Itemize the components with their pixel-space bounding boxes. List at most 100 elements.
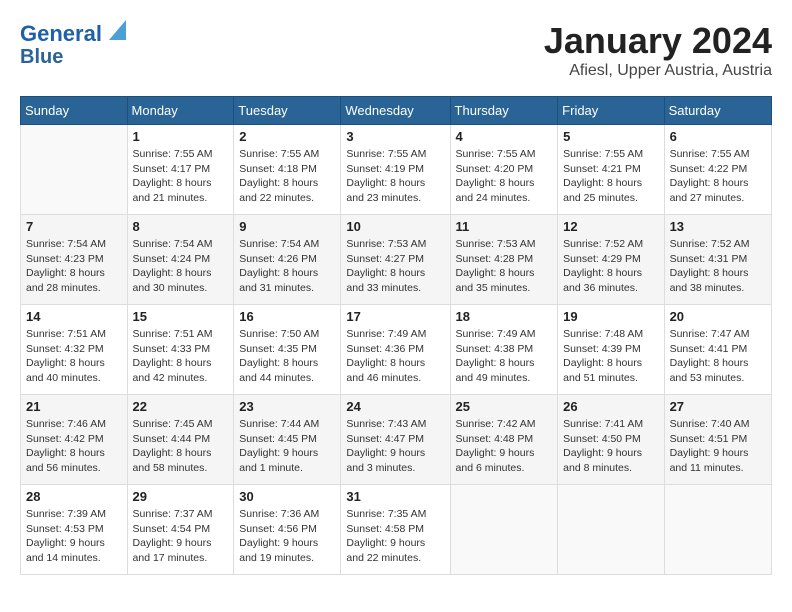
- day-number: 19: [563, 309, 658, 324]
- day-number: 28: [26, 489, 122, 504]
- day-info: Sunrise: 7:54 AMSunset: 4:23 PMDaylight:…: [26, 237, 122, 296]
- day-number: 4: [456, 129, 553, 144]
- day-number: 21: [26, 399, 122, 414]
- calendar-cell: 31Sunrise: 7:35 AMSunset: 4:58 PMDayligh…: [341, 485, 450, 575]
- calendar-cell: 30 Sunrise: 7:36 AMSunset: 4:56 PMDayligh…: [234, 485, 341, 575]
- calendar-week-row: 7 Sunrise: 7:54 AMSunset: 4:23 PMDaylight…: [21, 215, 772, 305]
- day-number: 24: [346, 399, 444, 414]
- day-info: Sunrise: 7:52 AMSunset: 4:31 PMDaylight:…: [670, 237, 766, 296]
- day-info: Sunrise: 7:53 AMSunset: 4:27 PMDaylight:…: [346, 237, 444, 296]
- day-info: Sunrise: 7:49 AMSunset: 4:38 PMDaylight:…: [456, 327, 553, 386]
- col-header-thursday: Thursday: [450, 97, 558, 125]
- calendar-cell: 4 Sunrise: 7:55 AMSunset: 4:20 PMDaylight…: [450, 125, 558, 215]
- day-info: Sunrise: 7:55 AMSunset: 4:18 PMDaylight:…: [239, 147, 335, 206]
- day-number: 5: [563, 129, 658, 144]
- day-info: Sunrise: 7:37 AMSunset: 4:54 PMDaylight:…: [133, 507, 229, 566]
- calendar-week-row: 14Sunrise: 7:51 AMSunset: 4:32 PMDayligh…: [21, 305, 772, 395]
- logo-icon: [104, 20, 126, 42]
- calendar-cell: 16 Sunrise: 7:50 AMSunset: 4:35 PMDayligh…: [234, 305, 341, 395]
- calendar-cell: 5Sunrise: 7:55 AMSunset: 4:21 PMDaylight…: [558, 125, 664, 215]
- day-number: 20: [670, 309, 766, 324]
- day-number: 13: [670, 219, 766, 234]
- calendar-cell: 11 Sunrise: 7:53 AMSunset: 4:28 PMDayligh…: [450, 215, 558, 305]
- calendar-cell: 26 Sunrise: 7:41 AMSunset: 4:50 PMDayligh…: [558, 395, 664, 485]
- calendar-cell: 14Sunrise: 7:51 AMSunset: 4:32 PMDayligh…: [21, 305, 128, 395]
- day-info: Sunrise: 7:43 AMSunset: 4:47 PMDaylight:…: [346, 417, 444, 476]
- day-info: Sunrise: 7:55 AMSunset: 4:20 PMDaylight:…: [456, 147, 553, 206]
- day-number: 29: [133, 489, 229, 504]
- day-number: 3: [346, 129, 444, 144]
- calendar-cell: [21, 125, 128, 215]
- logo-blue: Blue: [20, 47, 63, 67]
- col-header-wednesday: Wednesday: [341, 97, 450, 125]
- day-number: 22: [133, 399, 229, 414]
- day-info: Sunrise: 7:55 AMSunset: 4:22 PMDaylight:…: [670, 147, 766, 206]
- calendar-table: SundayMondayTuesdayWednesdayThursdayFrid…: [20, 96, 772, 575]
- day-info: Sunrise: 7:50 AMSunset: 4:35 PMDaylight:…: [239, 327, 335, 386]
- day-number: 12: [563, 219, 658, 234]
- calendar-cell: [558, 485, 664, 575]
- day-info: Sunrise: 7:53 AMSunset: 4:28 PMDaylight:…: [456, 237, 553, 296]
- day-info: Sunrise: 7:36 AMSunset: 4:56 PMDaylight:…: [239, 507, 335, 566]
- day-info: Sunrise: 7:47 AMSunset: 4:41 PMDaylight:…: [670, 327, 766, 386]
- location-title: Afiesl, Upper Austria, Austria: [544, 62, 772, 80]
- day-number: 11: [456, 219, 553, 234]
- calendar-cell: 2 Sunrise: 7:55 AMSunset: 4:18 PMDaylight…: [234, 125, 341, 215]
- day-number: 15: [133, 309, 229, 324]
- day-number: 2: [239, 129, 335, 144]
- page-header: General Blue January 2024 Afiesl, Upper …: [20, 20, 772, 80]
- calendar-cell: 3Sunrise: 7:55 AMSunset: 4:19 PMDaylight…: [341, 125, 450, 215]
- day-info: Sunrise: 7:52 AMSunset: 4:29 PMDaylight:…: [563, 237, 658, 296]
- calendar-cell: 22 Sunrise: 7:45 AMSunset: 4:44 PMDayligh…: [127, 395, 234, 485]
- day-info: Sunrise: 7:40 AMSunset: 4:51 PMDaylight:…: [670, 417, 766, 476]
- calendar-cell: 10Sunrise: 7:53 AMSunset: 4:27 PMDayligh…: [341, 215, 450, 305]
- day-info: Sunrise: 7:48 AMSunset: 4:39 PMDaylight:…: [563, 327, 658, 386]
- calendar-cell: 18Sunrise: 7:49 AMSunset: 4:38 PMDayligh…: [450, 305, 558, 395]
- calendar-cell: 9 Sunrise: 7:54 AMSunset: 4:26 PMDaylight…: [234, 215, 341, 305]
- day-number: 23: [239, 399, 335, 414]
- day-number: 25: [456, 399, 553, 414]
- calendar-cell: 8Sunrise: 7:54 AMSunset: 4:24 PMDaylight…: [127, 215, 234, 305]
- day-info: Sunrise: 7:39 AMSunset: 4:53 PMDaylight:…: [26, 507, 122, 566]
- calendar-cell: 25 Sunrise: 7:42 AMSunset: 4:48 PMDayligh…: [450, 395, 558, 485]
- col-header-saturday: Saturday: [664, 97, 771, 125]
- day-number: 6: [670, 129, 766, 144]
- day-number: 9: [239, 219, 335, 234]
- calendar-cell: 24 Sunrise: 7:43 AMSunset: 4:47 PMDayligh…: [341, 395, 450, 485]
- day-info: Sunrise: 7:45 AMSunset: 4:44 PMDaylight:…: [133, 417, 229, 476]
- logo-general: General: [20, 21, 102, 46]
- day-number: 26: [563, 399, 658, 414]
- calendar-cell: 13 Sunrise: 7:52 AMSunset: 4:31 PMDayligh…: [664, 215, 771, 305]
- calendar-cell: 19 Sunrise: 7:48 AMSunset: 4:39 PMDayligh…: [558, 305, 664, 395]
- col-header-sunday: Sunday: [21, 97, 128, 125]
- calendar-cell: 21 Sunrise: 7:46 AMSunset: 4:42 PMDayligh…: [21, 395, 128, 485]
- day-number: 27: [670, 399, 766, 414]
- col-header-tuesday: Tuesday: [234, 97, 341, 125]
- calendar-cell: 17Sunrise: 7:49 AMSunset: 4:36 PMDayligh…: [341, 305, 450, 395]
- col-header-monday: Monday: [127, 97, 234, 125]
- calendar-cell: [450, 485, 558, 575]
- day-number: 7: [26, 219, 122, 234]
- calendar-cell: 28 Sunrise: 7:39 AMSunset: 4:53 PMDayligh…: [21, 485, 128, 575]
- day-info: Sunrise: 7:51 AMSunset: 4:32 PMDaylight:…: [26, 327, 122, 386]
- calendar-week-row: 28 Sunrise: 7:39 AMSunset: 4:53 PMDayligh…: [21, 485, 772, 575]
- day-info: Sunrise: 7:41 AMSunset: 4:50 PMDaylight:…: [563, 417, 658, 476]
- day-info: Sunrise: 7:44 AMSunset: 4:45 PMDaylight:…: [239, 417, 335, 476]
- day-info: Sunrise: 7:54 AMSunset: 4:26 PMDaylight:…: [239, 237, 335, 296]
- logo: General Blue: [20, 20, 126, 67]
- calendar-week-row: 21 Sunrise: 7:46 AMSunset: 4:42 PMDayligh…: [21, 395, 772, 485]
- day-number: 31: [346, 489, 444, 504]
- calendar-cell: 15Sunrise: 7:51 AMSunset: 4:33 PMDayligh…: [127, 305, 234, 395]
- col-header-friday: Friday: [558, 97, 664, 125]
- calendar-cell: 29 Sunrise: 7:37 AMSunset: 4:54 PMDayligh…: [127, 485, 234, 575]
- calendar-cell: 27 Sunrise: 7:40 AMSunset: 4:51 PMDayligh…: [664, 395, 771, 485]
- day-number: 1: [133, 129, 229, 144]
- day-info: Sunrise: 7:55 AMSunset: 4:17 PMDaylight:…: [133, 147, 229, 206]
- day-info: Sunrise: 7:46 AMSunset: 4:42 PMDaylight:…: [26, 417, 122, 476]
- calendar-cell: 23 Sunrise: 7:44 AMSunset: 4:45 PMDayligh…: [234, 395, 341, 485]
- day-info: Sunrise: 7:42 AMSunset: 4:48 PMDaylight:…: [456, 417, 553, 476]
- day-number: 8: [133, 219, 229, 234]
- day-number: 30: [239, 489, 335, 504]
- day-number: 16: [239, 309, 335, 324]
- calendar-header-row: SundayMondayTuesdayWednesdayThursdayFrid…: [21, 97, 772, 125]
